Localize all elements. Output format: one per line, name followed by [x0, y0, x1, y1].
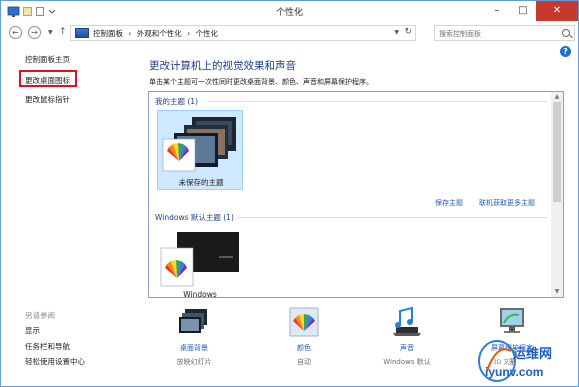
- control-panel-icon: [75, 28, 89, 38]
- close-button[interactable]: ✕: [536, 1, 578, 21]
- sidebar-item-taskbar[interactable]: 任务栏和导航: [25, 341, 70, 352]
- sidebar-item-change-mouse-pointers[interactable]: 更改鼠标指针: [25, 94, 70, 105]
- refresh-icon[interactable]: ↻: [404, 27, 412, 37]
- divider: [207, 101, 547, 102]
- desktop-background-value: 放映幻灯片: [176, 358, 212, 366]
- title-bar: 个性化 – □ ✕: [1, 1, 578, 23]
- highlight-box: [19, 70, 77, 87]
- breadcrumb[interactable]: 控制面板 › 外观和个性化 › 个性化 ▼ ↻: [70, 25, 416, 41]
- scroll-up-icon[interactable]: ▲: [551, 93, 563, 100]
- default-themes-heading: Windows 默认主题 (1): [155, 213, 234, 222]
- up-button[interactable]: ↑: [59, 27, 67, 37]
- color-setting[interactable]: 颜色 自动: [269, 305, 339, 367]
- left-pane: 控制面板主页 更改桌面图标 更改鼠标指针: [1, 43, 141, 387]
- sound-icon: [393, 306, 421, 336]
- color-value: 自动: [297, 358, 311, 366]
- sound-value: Windows 默认: [383, 358, 431, 366]
- sound-setting[interactable]: 声音 Windows 默认: [372, 305, 442, 367]
- my-themes-heading: 我的主题 (1): [155, 97, 199, 106]
- get-more-themes-link[interactable]: 联机获取更多主题: [479, 198, 535, 208]
- desktop-background-label[interactable]: 桌面背景: [159, 343, 229, 353]
- search-input[interactable]: [439, 28, 554, 39]
- color-icon: [289, 307, 319, 337]
- see-also-heading: 另请参阅: [25, 311, 55, 320]
- watermark-url: iyunv.com: [485, 365, 544, 379]
- breadcrumb-control-panel[interactable]: 控制面板: [93, 29, 123, 38]
- sidebar-item-control-panel-home[interactable]: 控制面板主页: [25, 54, 70, 65]
- watermark-brand: 运维网: [513, 347, 553, 362]
- theme-tile-unsaved[interactable]: 未保存的主题: [157, 110, 243, 190]
- breadcrumb-appearance[interactable]: 外观和个性化: [137, 29, 182, 38]
- page-description: 单击某个主题可一次性同时更改桌面背景、颜色、声音和屏幕保护程序。: [149, 78, 373, 86]
- sidebar-item-display[interactable]: 显示: [25, 325, 40, 336]
- search-icon[interactable]: [562, 29, 570, 37]
- scrollbar-thumb[interactable]: [553, 102, 561, 202]
- breadcrumb-personalization[interactable]: 个性化: [196, 29, 219, 38]
- desktop-background-setting[interactable]: 桌面背景 放映幻灯片: [159, 305, 229, 367]
- help-icon[interactable]: ?: [560, 46, 571, 57]
- breadcrumb-separator[interactable]: ›: [128, 29, 131, 38]
- address-dropdown-icon[interactable]: ▼: [394, 29, 399, 36]
- theme-tile-windows[interactable]: Windows: [157, 228, 243, 298]
- breadcrumb-separator[interactable]: ›: [187, 29, 190, 38]
- windows-theme-preview-icon: [160, 232, 239, 287]
- watermark: 运维网 iyunv.com 3D 文字: [471, 333, 579, 387]
- theme-list[interactable]: 我的主题 (1) 未保存的主题 保存主题 联机获取更多主题 Windows 默认…: [148, 91, 564, 298]
- back-button[interactable]: ←: [9, 26, 22, 39]
- sound-label[interactable]: 声音: [372, 343, 442, 353]
- maximize-button[interactable]: □: [510, 1, 536, 21]
- search-box[interactable]: [434, 25, 575, 41]
- page-title: 更改计算机上的视觉效果和声音: [149, 60, 296, 72]
- minimize-button[interactable]: –: [484, 1, 510, 21]
- theme-preview-icon: [162, 117, 236, 172]
- divider: [237, 217, 547, 218]
- color-label[interactable]: 颜色: [269, 343, 339, 353]
- theme-label-unsaved: 未保存的主题: [178, 178, 224, 187]
- desktop-background-icon: [179, 309, 207, 333]
- theme-label-windows: Windows: [183, 290, 217, 298]
- save-theme-link[interactable]: 保存主题: [435, 198, 463, 208]
- scroll-down-icon[interactable]: ▼: [551, 288, 563, 295]
- recent-locations-icon[interactable]: ▼: [48, 29, 53, 36]
- theme-list-scrollbar[interactable]: ▲ ▼: [551, 92, 563, 297]
- address-bar: ← → ▼ ↑ 控制面板 › 外观和个性化 › 个性化 ▼ ↻: [1, 23, 578, 43]
- watermark-small-text: 3D 文字: [493, 359, 516, 366]
- sidebar-item-ease-of-access[interactable]: 轻松使用设置中心: [25, 356, 85, 367]
- window: 个性化 – □ ✕ ← → ▼ ↑ 控制面板 › 外观和个性化 › 个性化 ▼ …: [0, 0, 579, 387]
- forward-button[interactable]: →: [28, 26, 41, 39]
